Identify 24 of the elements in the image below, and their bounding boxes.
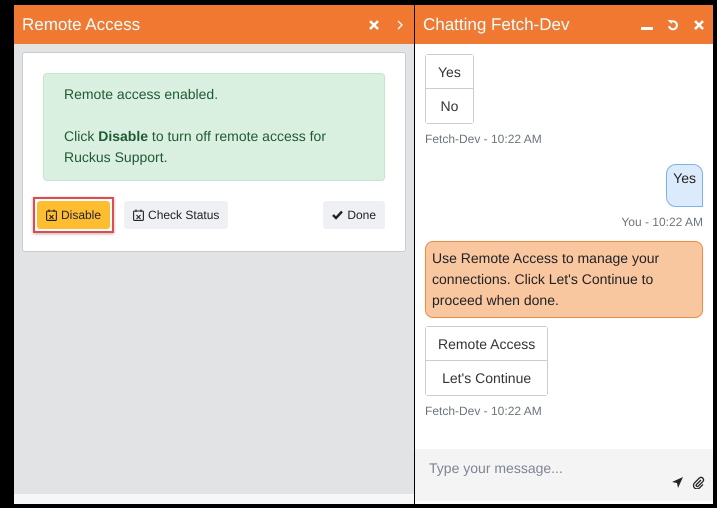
check-icon — [332, 210, 344, 220]
disable-button[interactable]: Disable — [37, 201, 110, 229]
message-field[interactable]: Type your message... — [415, 449, 713, 501]
calendar-x-icon — [133, 209, 144, 221]
alert-text: Remote access enabled. — [64, 85, 220, 104]
action-button[interactable]: Check Status — [124, 201, 228, 229]
user-message: Yes — [666, 164, 703, 207]
message-input[interactable]: Type your message... — [427, 459, 663, 477]
send-icon[interactable] — [671, 476, 684, 488]
action-button[interactable]: Done — [323, 201, 385, 229]
close-icon[interactable] — [368, 18, 380, 30]
option-button[interactable]: Yes — [426, 55, 473, 89]
chat-title: Chatting Fetch-Dev — [423, 14, 570, 34]
message-meta: You - 10:22 AM — [621, 215, 703, 229]
close-icon[interactable] — [693, 18, 705, 30]
refresh-icon[interactable] — [667, 18, 679, 30]
alert-text: Click Disable to turn off remote access for Ruckus Support. — [64, 127, 327, 167]
panel-title: Remote Access — [22, 14, 142, 34]
bot-message: Use Remote Access to manage your connections. Click Let's Continue to proceed when done. — [425, 241, 703, 318]
message-meta: Fetch-Dev - 10:22 AM — [425, 404, 542, 418]
message-meta: Fetch-Dev - 10:22 AM — [425, 132, 542, 146]
option-button[interactable]: Remote Access — [426, 327, 548, 361]
paperclip-icon[interactable] — [692, 476, 705, 488]
calendar-x-icon — [46, 209, 57, 221]
